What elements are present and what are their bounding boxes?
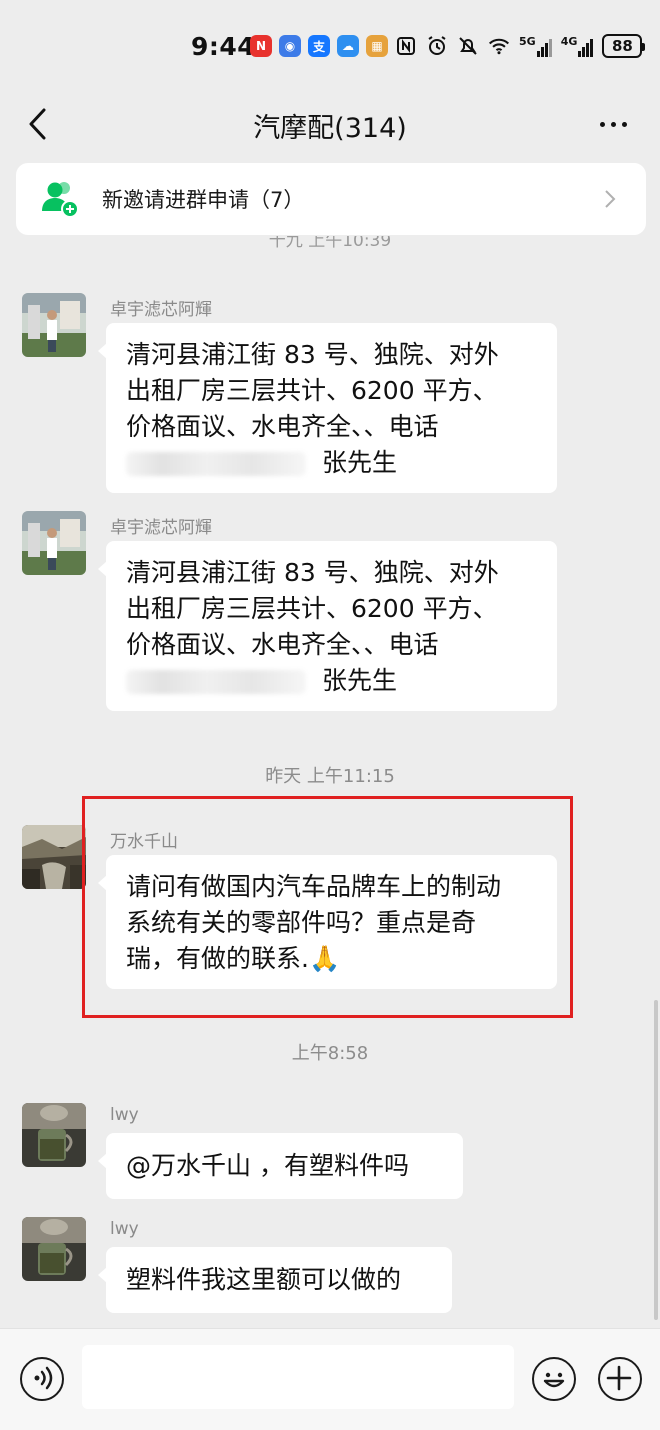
smiley-icon [543, 1372, 565, 1388]
alarm-icon [426, 35, 448, 57]
status-bar: 9:44 N ◉ 支 ☁ ▦ 5G 4G 88 [0, 0, 660, 92]
message-bubble[interactable]: @万水千山 ，有塑料件吗 [98, 1133, 463, 1199]
signal-4g-icon: 4G [561, 35, 594, 57]
vpn-app-icon: ◉ [279, 35, 301, 57]
message-bubble[interactable]: 塑料件我这里额可以做的 [98, 1247, 452, 1313]
sender-name: 万水千山 [110, 832, 178, 852]
message-input[interactable] [82, 1345, 514, 1409]
faded-timestamp: 十九 上午10:39 [268, 236, 392, 251]
more-dot-icon [621, 121, 627, 127]
sender-name: lwy [110, 1105, 139, 1125]
nfc-icon [395, 35, 417, 57]
chat-title: 汽摩配(314) [253, 113, 407, 144]
plus-icon [606, 1365, 632, 1391]
sender-name: lwy [110, 1219, 139, 1239]
more-options-button[interactable] [596, 110, 630, 138]
message-text: 价格面议、水电齐全、、电话 [126, 412, 439, 441]
invite-banner-label: 新邀请进群申请（7） [102, 188, 305, 212]
add-member-icon [40, 179, 80, 219]
mute-bell-icon [457, 35, 479, 57]
avatar[interactable] [22, 825, 86, 889]
message-text: 清河县浦江街 83 号、独院、对外 [126, 340, 499, 369]
message-text: 请问有做国内汽车品牌车上的制动 [126, 872, 502, 901]
message-item: 万水千山 请问有做国内汽车品牌车上的制动 系统有关的零部件吗？重点是奇 瑞，有做… [22, 825, 642, 995]
sender-name: 卓宇滤芯阿輝 [110, 300, 212, 320]
signal-5g-icon: 5G [519, 35, 552, 57]
group-invite-banner[interactable]: 新邀请进群申请（7） [16, 163, 646, 235]
message-text: 塑料件我这里额可以做的 [126, 1265, 402, 1294]
timestamp-divider: 上午8:58 [291, 1043, 369, 1064]
avatar[interactable] [22, 511, 86, 575]
message-bubble[interactable]: 请问有做国内汽车品牌车上的制动 系统有关的零部件吗？重点是奇 瑞，有做的联系.🙏 [98, 855, 557, 989]
message-text: 出租厂房三层共计、6200 平方、 [126, 594, 498, 623]
cloud-app-icon: ☁ [337, 35, 359, 57]
calendar-app-icon: ▦ [366, 35, 388, 57]
chat-input-bar [0, 1328, 660, 1430]
chevron-right-icon [605, 190, 616, 208]
status-time: 9:44 [191, 32, 256, 61]
news-app-icon: N [250, 35, 272, 57]
message-item: 卓宇滤芯阿輝 清河县浦江街 83 号、独院、对外 出租厂房三层共计、6200 平… [22, 293, 642, 493]
message-bubble[interactable]: 清河县浦江街 83 号、独院、对外 出租厂房三层共计、6200 平方、 价格面议… [98, 541, 557, 711]
voice-input-button[interactable] [20, 1357, 64, 1401]
message-text: 价格面议、水电齐全、、电话 [126, 630, 439, 659]
status-app-icons: N ◉ 支 ☁ ▦ [250, 35, 388, 57]
sender-name: 卓宇滤芯阿輝 [110, 518, 212, 538]
alipay-icon: 支 [308, 35, 330, 57]
avatar[interactable] [22, 293, 86, 357]
message-item: lwy 塑料件我这里额可以做的 [22, 1217, 642, 1317]
message-text: 系统有关的零部件吗？重点是奇 [126, 908, 477, 937]
scrollbar[interactable] [654, 1000, 658, 1320]
message-bubble[interactable]: 清河县浦江街 83 号、独院、对外 出租厂房三层共计、6200 平方、 价格面议… [98, 323, 557, 493]
avatar[interactable] [22, 1103, 86, 1167]
message-text-last: 张先生 [126, 663, 537, 699]
battery-indicator: 88 [602, 34, 646, 58]
redacted-phone [126, 670, 306, 694]
message-item: 卓宇滤芯阿輝 清河县浦江街 83 号、独院、对外 出租厂房三层共计、6200 平… [22, 511, 642, 711]
timestamp-divider: 昨天 上午11:15 [265, 766, 395, 787]
redacted-phone [126, 452, 306, 476]
wifi-icon [488, 35, 510, 57]
more-actions-button[interactable] [598, 1357, 642, 1401]
message-text: 清河县浦江街 83 号、独院、对外 [126, 558, 499, 587]
message-item: lwy @万水千山 ，有塑料件吗 [22, 1103, 642, 1203]
message-text-last: 瑞，有做的联系.🙏 [126, 944, 341, 973]
folded-hands-emoji-icon: 🙏 [308, 944, 341, 973]
message-text: @万水千山 ，有塑料件吗 [126, 1151, 409, 1180]
chat-header: 汽摩配(314) [0, 92, 660, 156]
message-text-last: 张先生 [126, 445, 537, 481]
more-dot-icon [610, 121, 616, 127]
avatar[interactable] [22, 1217, 86, 1281]
more-dot-icon [599, 121, 605, 127]
message-text: 出租厂房三层共计、6200 平方、 [126, 376, 498, 405]
system-status-icons: 5G 4G 88 [395, 34, 646, 58]
voice-wave-icon [34, 1366, 53, 1390]
emoji-button[interactable] [532, 1357, 576, 1401]
